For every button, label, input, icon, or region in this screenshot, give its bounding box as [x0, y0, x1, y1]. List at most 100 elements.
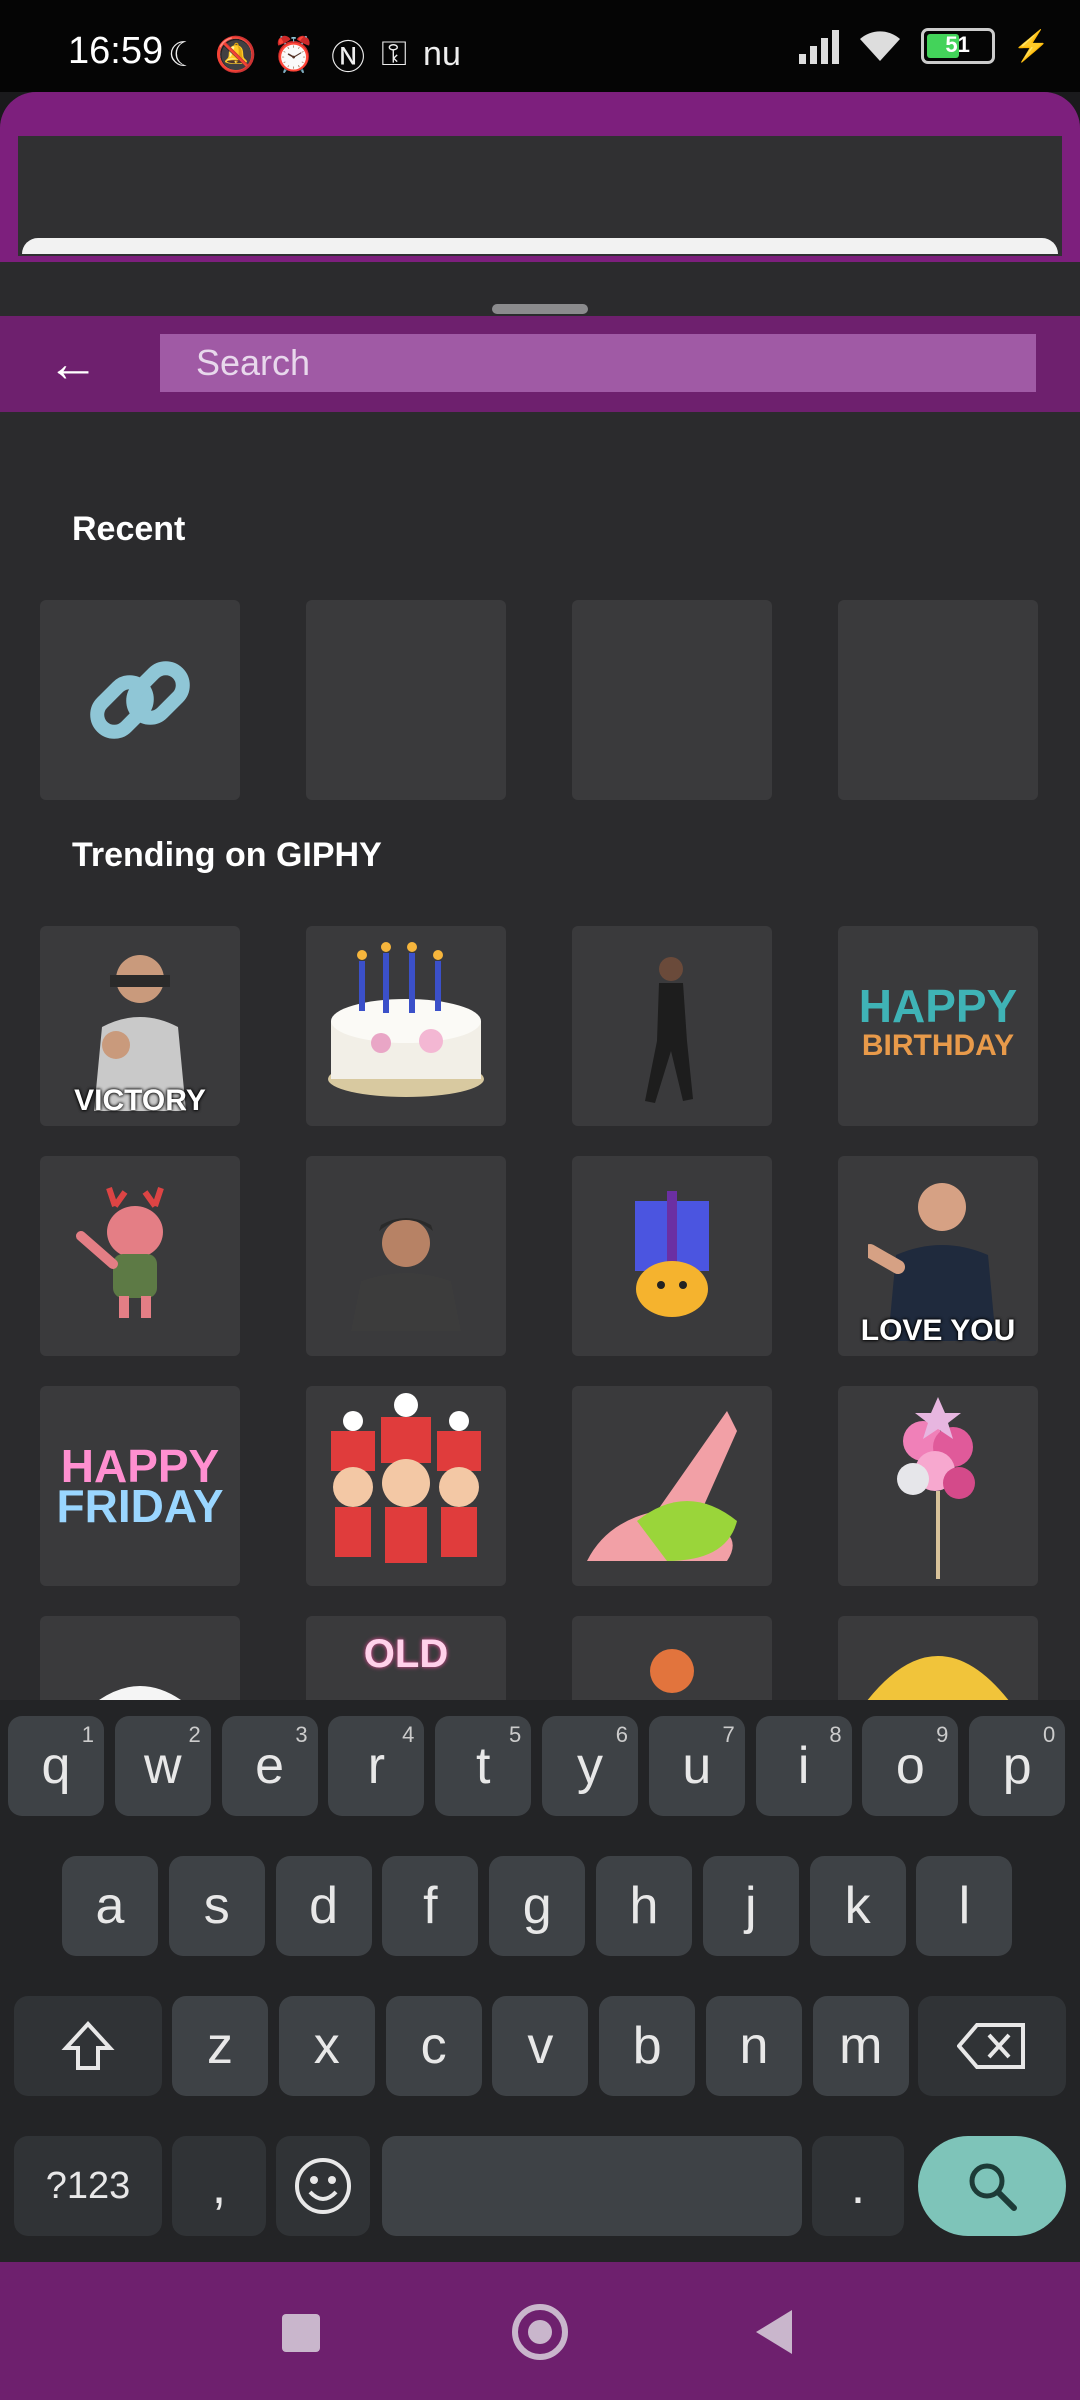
sticker-love-you[interactable]: LOVE YOU	[838, 1156, 1038, 1356]
sticker-birthday-cake[interactable]	[306, 926, 506, 1126]
signal-icon	[798, 28, 839, 64]
key-w[interactable]: w2	[114, 1716, 211, 1816]
key-u[interactable]: u7	[648, 1716, 745, 1816]
key-hint: 4	[402, 1722, 415, 1747]
mute-icon: 🔕	[214, 35, 257, 74]
battery-icon: 51	[920, 28, 995, 64]
sticker-reindeer-pig[interactable]	[40, 1156, 240, 1356]
search-input[interactable]	[160, 334, 1036, 392]
key-f[interactable]: f	[382, 1856, 479, 1956]
symbols-key[interactable]: ?123	[14, 2136, 162, 2236]
keyboard-row-2: as dfgh jkl	[0, 1856, 1080, 1956]
search-key[interactable]	[918, 2136, 1066, 2236]
sticker-happy-birthday[interactable]: HAPPY BIRTHDAY	[838, 926, 1038, 1126]
space-key[interactable]	[382, 2136, 802, 2236]
key-r[interactable]: r4	[328, 1716, 425, 1816]
key-label: r	[367, 1737, 386, 1795]
sticker-recent-empty[interactable]	[572, 600, 772, 800]
drag-handle[interactable]	[492, 304, 588, 314]
key-hint: 6	[615, 1722, 628, 1747]
key-hint: 8	[829, 1722, 842, 1747]
key-label: c	[420, 2017, 447, 2075]
sticker-caption: VICTORY	[74, 1084, 206, 1117]
key-label: s	[203, 1877, 230, 1935]
key-a[interactable]: a	[62, 1856, 158, 1956]
sticker-text: OLD	[363, 1632, 449, 1676]
key-z[interactable]: z	[172, 1996, 268, 2096]
key-c[interactable]: c	[385, 1996, 482, 2096]
key-hint: 9	[936, 1722, 949, 1747]
sticker-partial[interactable]	[572, 1616, 772, 1700]
charging-icon: ⚡	[1012, 29, 1050, 63]
key-s[interactable]: s	[168, 1856, 265, 1956]
sticker-happy-friday[interactable]: HAPPY FRIDAY	[40, 1386, 240, 1586]
key-k[interactable]: k	[809, 1856, 906, 1956]
sticker-recent-empty[interactable]	[838, 600, 1038, 800]
recent-heading: Recent	[72, 510, 186, 548]
key-hint: 3	[295, 1722, 308, 1747]
home-icon[interactable]	[512, 2304, 568, 2360]
key-hint: 7	[722, 1722, 735, 1747]
key-q[interactable]: q1	[8, 1716, 104, 1816]
key-p[interactable]: p0	[969, 1716, 1066, 1816]
key-x[interactable]: x	[278, 1996, 375, 2096]
vpn-icon: ⚿	[381, 35, 408, 73]
backspace-key[interactable]	[918, 1996, 1066, 2096]
key-e[interactable]: e3	[221, 1716, 318, 1816]
sticker-text: HAPPY FRIDAY	[56, 1440, 224, 1532]
back-icon[interactable]	[756, 2310, 792, 2354]
key-label: i	[797, 1737, 810, 1795]
sticker-chef[interactable]	[306, 1156, 506, 1356]
key-b[interactable]: b	[599, 1996, 696, 2096]
sticker-partial[interactable]	[838, 1616, 1038, 1700]
status-bar: 16:59 ☾ 🔕 ⏰ Ⓝ ⚿ nu 51 ⚡	[0, 0, 1080, 92]
recent-grid	[40, 600, 1040, 800]
key-label: z	[207, 2017, 233, 2075]
key-label: e	[255, 1737, 285, 1795]
key-hint: 1	[81, 1722, 94, 1747]
sticker-victory[interactable]: VICTORY	[40, 926, 240, 1126]
keyboard-row-4: ?123 , .	[0, 2136, 1080, 2236]
sticker-nutcrackers[interactable]	[306, 1386, 506, 1586]
key-label: w	[144, 1737, 182, 1795]
sticker-partial[interactable]	[40, 1616, 240, 1700]
key-label: y	[577, 1737, 603, 1795]
key-i[interactable]: i8	[755, 1716, 852, 1816]
sticker-dancer[interactable]	[572, 926, 772, 1126]
clock: 16:59	[68, 30, 164, 72]
period-key[interactable]: .	[812, 2136, 904, 2236]
key-d[interactable]: d	[275, 1856, 372, 1956]
sticker-balloons[interactable]	[838, 1386, 1038, 1586]
key-hint: 5	[508, 1722, 522, 1747]
shift-key[interactable]	[14, 1996, 162, 2096]
key-l[interactable]: l	[916, 1856, 1013, 1956]
key-label: j	[745, 1877, 757, 1935]
key-m[interactable]: m	[812, 1996, 909, 2096]
key-label: d	[309, 1877, 339, 1935]
key-label: h	[629, 1877, 659, 1935]
sticker-recent-empty[interactable]	[306, 600, 506, 800]
comma-key[interactable]: ,	[172, 2136, 266, 2236]
chef-image	[351, 1218, 461, 1331]
key-v[interactable]: v	[492, 1996, 589, 2096]
trending-row-3: HAPPY FRIDAY	[40, 1386, 1040, 1586]
key-y[interactable]: y6	[542, 1716, 638, 1816]
key-h[interactable]: h	[596, 1856, 692, 1956]
key-t[interactable]: t5	[435, 1716, 532, 1816]
sticker-gift-cat[interactable]	[572, 1156, 772, 1356]
key-g[interactable]: g	[489, 1856, 586, 1956]
key-n[interactable]: n	[706, 1996, 802, 2096]
key-label: b	[632, 2017, 662, 2075]
back-arrow-icon[interactable]: ←	[42, 334, 104, 394]
recent-apps-icon[interactable]	[282, 2314, 320, 2352]
emoji-key[interactable]	[276, 2136, 370, 2236]
key-j[interactable]: j	[702, 1856, 799, 1956]
key-hint: 0	[1042, 1722, 1056, 1747]
key-label: m	[839, 2017, 883, 2075]
sticker-old[interactable]: OLD	[306, 1616, 506, 1700]
key-label: p	[1002, 1737, 1032, 1795]
key-o[interactable]: o9	[862, 1716, 959, 1816]
sticker-patrick[interactable]	[572, 1386, 772, 1586]
keyboard-row-3: zxcvbnm	[0, 1996, 1080, 2096]
sticker-recent-link[interactable]	[40, 600, 240, 800]
